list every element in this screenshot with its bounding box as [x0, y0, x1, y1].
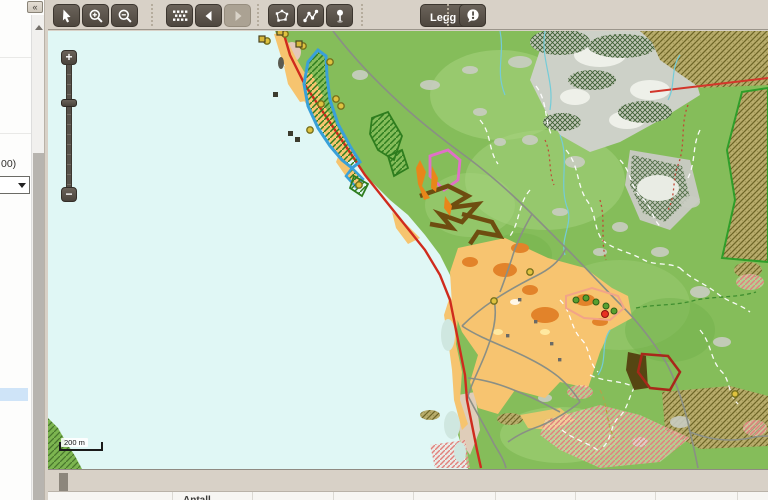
sidebar-divider — [0, 57, 31, 58]
red-dot-marker — [602, 311, 609, 318]
table-column-header[interactable] — [252, 492, 333, 500]
chevron-down-icon — [18, 183, 26, 188]
draw-line-button[interactable] — [297, 4, 324, 27]
zoom-in-icon — [88, 8, 103, 23]
info-button[interactable] — [459, 4, 486, 27]
zoom-in-tool-button[interactable] — [82, 4, 109, 27]
arrow-right-icon — [230, 8, 245, 23]
arrow-left-icon — [201, 8, 216, 23]
cursor-icon — [59, 8, 74, 23]
map-zoom-slider[interactable]: + − — [61, 50, 79, 202]
polygon-icon — [274, 8, 290, 23]
left-sidebar: 00) « — [0, 0, 48, 500]
map-tiles-icon — [172, 9, 188, 22]
scale-label: 200 m — [61, 438, 88, 447]
table-column-header[interactable] — [655, 492, 737, 500]
map-pin-icon — [332, 8, 347, 23]
toolbar-separator — [257, 4, 259, 26]
zoom-slider-track[interactable] — [66, 64, 72, 188]
zoom-in-button[interactable]: + — [61, 50, 77, 65]
table-column-header[interactable] — [413, 492, 495, 500]
sidebar-divider — [0, 133, 31, 134]
application-window: 00) « — [0, 0, 768, 500]
table-column-header[interactable] — [48, 492, 172, 500]
table-column-header[interactable] — [737, 492, 768, 500]
toolbar-separator — [151, 4, 153, 26]
history-forward-button — [224, 4, 251, 27]
select-tool-button[interactable] — [53, 4, 80, 27]
history-back-button[interactable] — [195, 4, 222, 27]
scroll-up-icon[interactable] — [35, 25, 43, 30]
zoom-slider-handle[interactable] — [61, 99, 77, 107]
sidebar-dropdown[interactable] — [0, 176, 30, 194]
table-column-header[interactable]: Antall — [172, 492, 252, 500]
zoom-out-button[interactable]: − — [61, 187, 77, 202]
draw-polygon-button[interactable] — [268, 4, 295, 27]
sidebar-collapse-button[interactable]: « — [27, 1, 43, 13]
polyline-icon — [303, 8, 319, 23]
sidebar-partial-text: 00) — [1, 158, 16, 170]
toolbar-separator — [447, 4, 449, 26]
table-column-header[interactable] — [575, 492, 655, 500]
scrollbar-thumb[interactable] — [33, 153, 44, 500]
map-canvas[interactable]: + − 200 m — [48, 31, 768, 469]
info-bubble-icon — [465, 8, 481, 24]
table-column-header[interactable] — [495, 492, 575, 500]
base-layers-button[interactable] — [166, 4, 193, 27]
sidebar-scrollbar[interactable] — [31, 15, 44, 500]
zoom-out-tool-button[interactable] — [111, 4, 138, 27]
sidebar-selected-row[interactable] — [0, 388, 28, 401]
draw-point-button[interactable] — [326, 4, 353, 27]
toolbar-separator — [361, 4, 363, 26]
results-table-header: Antall — [48, 491, 768, 500]
zoom-out-icon — [117, 8, 132, 23]
map-image — [48, 31, 768, 469]
table-column-header[interactable] — [333, 492, 413, 500]
bottom-panel: Antall — [48, 469, 768, 500]
map-toolbar: Legg til — [48, 0, 768, 30]
